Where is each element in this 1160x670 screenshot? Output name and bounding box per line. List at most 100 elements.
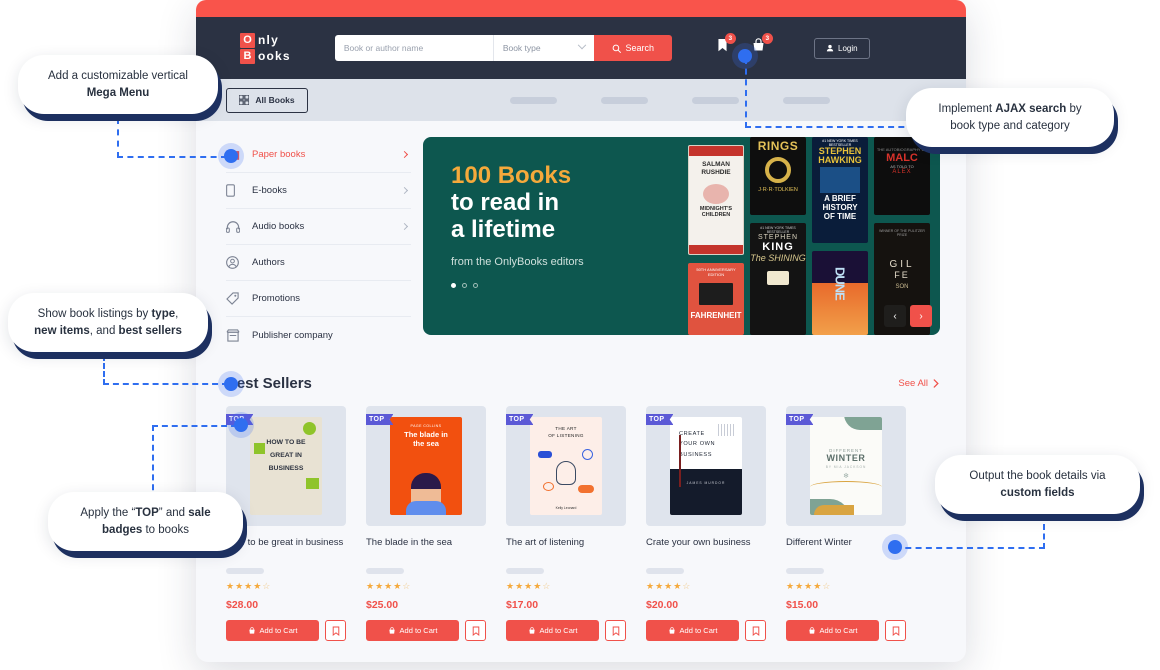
product-thumbnail: TOP DIFFERENT WINTER BY MIA JACKSON ❄ bbox=[786, 406, 906, 526]
carousel-dot-3[interactable] bbox=[473, 282, 478, 288]
search-button[interactable]: Search bbox=[593, 35, 672, 61]
category-sidebar: Paper books E-books Audio books Authors … bbox=[226, 137, 411, 353]
product-title: The blade in the sea bbox=[366, 537, 453, 548]
chevron-right-icon bbox=[400, 186, 409, 195]
hero-cover-rings: RINGS J·R·R·TOLKIEN bbox=[750, 137, 806, 215]
site-logo[interactable]: O nly B ooks bbox=[240, 32, 291, 64]
book-cover: THE ART OF LISTENING Kelly Leonard bbox=[530, 417, 602, 515]
product-subtitle-placeholder bbox=[786, 568, 824, 574]
add-to-cart-label: Add to Cart bbox=[399, 626, 438, 635]
search-button-label: Search bbox=[625, 43, 655, 53]
cart-icon bbox=[528, 626, 535, 634]
add-to-cart-button[interactable]: Add to Cart bbox=[366, 620, 459, 641]
product-card[interactable]: TOP THE ART OF LISTENING Kelly Leonard Th… bbox=[506, 406, 626, 641]
sidebar-item-paper-books[interactable]: Paper books bbox=[226, 137, 411, 173]
save-bookmark-button[interactable] bbox=[325, 620, 346, 641]
connector-listings-vertical bbox=[103, 355, 105, 385]
sidebar-item-audio-books[interactable]: Audio books bbox=[226, 209, 411, 245]
book-type-select[interactable]: Book type bbox=[493, 35, 594, 61]
book-cover: HOW TO BE GREAT IN BUSINESS bbox=[250, 417, 322, 515]
user-circle-icon bbox=[226, 256, 252, 269]
sidebar-item-publisher-company[interactable]: Publisher company bbox=[226, 317, 411, 353]
callout-book-listings: Show book listings by type, new items, an… bbox=[8, 293, 208, 353]
add-to-cart-label: Add to Cart bbox=[679, 626, 718, 635]
connector-mega-menu-horizontal bbox=[117, 156, 227, 158]
add-to-cart-button[interactable]: Add to Cart bbox=[786, 620, 879, 641]
logo-text-ooks: ooks bbox=[258, 49, 291, 63]
hero-cover-fahrenheit: 50TH ANNIVERSARY EDITION FAHRENHEIT bbox=[688, 263, 744, 335]
product-title: The art of listening bbox=[506, 537, 585, 548]
top-badge: TOP bbox=[366, 414, 394, 425]
carousel-dots bbox=[451, 282, 584, 288]
sidebar-item-promotions[interactable]: Promotions bbox=[226, 281, 411, 317]
anchor-dot-top-badge bbox=[228, 412, 254, 438]
see-all-link[interactable]: See All bbox=[898, 378, 940, 389]
search-bar: Book or author name Book type Search bbox=[334, 35, 672, 61]
product-card[interactable]: TOP PAGE COLLINS The blade in the sea The… bbox=[366, 406, 486, 641]
login-button[interactable]: Login bbox=[813, 37, 870, 59]
tablet-icon bbox=[226, 184, 252, 197]
add-to-cart-button[interactable]: Add to Cart bbox=[646, 620, 739, 641]
save-bookmark-button[interactable] bbox=[465, 620, 486, 641]
product-price: $15.00 bbox=[786, 599, 819, 611]
sidebar-item-authors[interactable]: Authors bbox=[226, 245, 411, 281]
top-badge: TOP bbox=[506, 414, 534, 425]
product-price: $17.00 bbox=[506, 599, 539, 611]
top-badge: TOP bbox=[786, 414, 814, 425]
add-to-cart-label: Add to Cart bbox=[539, 626, 578, 635]
search-icon bbox=[612, 44, 621, 53]
carousel-dot-1[interactable] bbox=[451, 282, 456, 288]
product-title: How to be great in business bbox=[226, 537, 344, 548]
hero-subtitle: from the OnlyBooks editors bbox=[451, 255, 584, 268]
save-bookmark-button[interactable] bbox=[885, 620, 906, 641]
search-input[interactable]: Book or author name bbox=[334, 35, 493, 61]
hero-line3: a lifetime bbox=[451, 215, 556, 243]
wishlist-button[interactable]: 3 bbox=[716, 33, 736, 58]
save-bookmark-button[interactable] bbox=[745, 620, 766, 641]
product-actions: Add to Cart bbox=[646, 620, 766, 641]
nav-pill[interactable] bbox=[783, 96, 830, 104]
book-cover: CREATE YOUR OWN BUSINESS JAMES MURDOR bbox=[670, 417, 742, 515]
all-books-button[interactable]: All Books bbox=[226, 87, 308, 113]
bookmark-icon bbox=[332, 626, 339, 636]
chevron-down-icon bbox=[577, 40, 587, 50]
add-to-cart-button[interactable]: Add to Cart bbox=[506, 620, 599, 641]
login-label: Login bbox=[838, 43, 858, 53]
tag-icon bbox=[226, 292, 252, 305]
bookmark-icon bbox=[472, 626, 479, 636]
top-badge: TOP bbox=[646, 414, 674, 425]
product-rating: ★★★★☆ bbox=[226, 581, 272, 591]
product-card[interactable]: TOP CREATE YOUR OWN BUSINESS JAMES MURDOR … bbox=[646, 406, 766, 641]
carousel-next-button[interactable]: › bbox=[910, 305, 932, 327]
cart-icon bbox=[248, 626, 255, 634]
product-actions: Add to Cart bbox=[226, 620, 346, 641]
product-rating: ★★★★☆ bbox=[506, 581, 552, 591]
hero-banner: 100 Books to read in a lifetime from the… bbox=[423, 137, 940, 335]
connector-mega-menu-vertical bbox=[117, 118, 119, 158]
product-card[interactable]: TOP HOW TO BEGREAT INBUSINESS How to be … bbox=[226, 406, 346, 641]
logo-badge-o: O bbox=[240, 32, 255, 48]
nav-pill[interactable] bbox=[692, 96, 739, 104]
product-card[interactable]: TOP DIFFERENT WINTER BY MIA JACKSON ❄ Di… bbox=[786, 406, 906, 641]
nav-pill[interactable] bbox=[601, 96, 648, 104]
category-navbar: All Books bbox=[196, 79, 966, 121]
product-actions: Add to Cart bbox=[506, 620, 626, 641]
add-to-cart-button[interactable]: Add to Cart bbox=[226, 620, 319, 641]
chevron-right-icon bbox=[400, 150, 409, 159]
product-subtitle-placeholder bbox=[506, 568, 544, 574]
carousel-dot-2[interactable] bbox=[462, 282, 467, 288]
nav-pill[interactable] bbox=[510, 96, 557, 104]
product-actions: Add to Cart bbox=[366, 620, 486, 641]
hero-cover-the-shining: #1 NEW YORK TIMES BESTSELLER STEPHEN KIN… bbox=[750, 223, 806, 335]
bookmark-icon bbox=[752, 626, 759, 636]
product-grid: TOP HOW TO BEGREAT INBUSINESS How to be … bbox=[196, 392, 966, 641]
grid-icon bbox=[239, 95, 250, 105]
cart-icon bbox=[808, 626, 815, 634]
product-subtitle-placeholder bbox=[226, 568, 264, 574]
hero-cover-dune: DUNE bbox=[812, 251, 868, 335]
sidebar-item-e-books[interactable]: E-books bbox=[226, 173, 411, 209]
carousel-prev-button[interactable]: ‹ bbox=[884, 305, 906, 327]
product-subtitle-placeholder bbox=[646, 568, 684, 574]
book-type-value: Book type bbox=[502, 43, 541, 53]
save-bookmark-button[interactable] bbox=[605, 620, 626, 641]
